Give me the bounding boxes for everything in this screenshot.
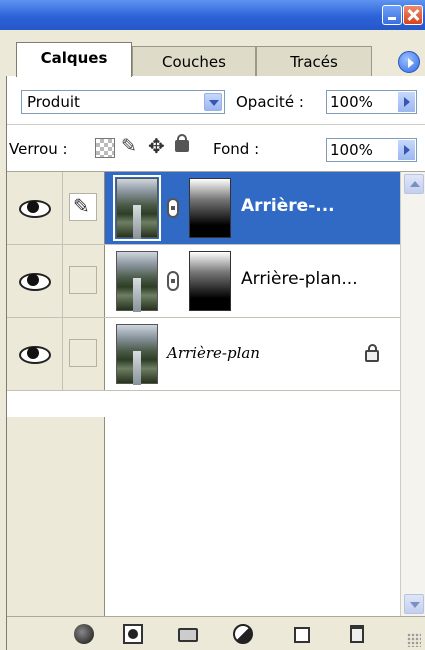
layers-toolbar — [7, 616, 425, 650]
lock-all-icon[interactable] — [175, 134, 189, 152]
edit-state-cell[interactable] — [63, 245, 105, 317]
fill-label: Fond : — [213, 140, 260, 158]
empty-columns — [7, 417, 104, 616]
lock-row: Verrou : ✎ ✥ Fond : 100% — [7, 125, 425, 172]
layer-thumbnail[interactable] — [113, 175, 161, 241]
link-chain-icon[interactable] — [167, 198, 179, 218]
lock-transparency-icon[interactable] — [95, 138, 115, 158]
layer-mask-thumbnail[interactable] — [186, 248, 234, 314]
blend-options-row: Produit Opacité : 100% — [7, 76, 425, 125]
visibility-toggle[interactable] — [7, 245, 63, 317]
layer-thumbnail[interactable] — [116, 324, 158, 385]
add-mask-icon[interactable] — [123, 624, 143, 644]
layer-row[interactable]: Arrière-... — [7, 172, 400, 245]
panel-title-bar — [0, 0, 425, 30]
layer-thumbnail[interactable] — [116, 251, 158, 312]
opacity-field[interactable]: 100% — [326, 90, 417, 114]
new-group-icon[interactable] — [178, 628, 198, 642]
layer-name[interactable]: Arrière-plan... — [241, 269, 358, 289]
layer-row[interactable]: Arrière-plan — [7, 318, 400, 391]
eye-icon — [19, 198, 51, 218]
layer-name[interactable]: Arrière-plan — [167, 344, 260, 362]
fill-field[interactable]: 100% — [326, 138, 417, 162]
blend-mode-value: Produit — [27, 93, 80, 111]
blend-mode-select[interactable]: Produit — [21, 90, 225, 114]
fill-value: 100% — [330, 141, 373, 159]
scroll-up-icon[interactable] — [404, 174, 424, 194]
lock-label: Verrou : — [9, 140, 68, 158]
edit-state-cell[interactable] — [63, 172, 105, 244]
visibility-toggle[interactable] — [7, 318, 63, 390]
eye-icon — [19, 344, 51, 364]
delete-layer-icon[interactable] — [350, 625, 364, 643]
layer-name[interactable]: Arrière-... — [241, 196, 335, 216]
tab-calques[interactable]: Calques — [16, 42, 132, 77]
minimize-icon[interactable] — [382, 5, 402, 25]
empty-layer-area — [104, 417, 400, 616]
empty-state-box — [69, 266, 97, 294]
new-layer-icon[interactable] — [294, 627, 310, 643]
brush-icon — [69, 193, 97, 221]
tab-traces[interactable]: Tracés — [256, 46, 372, 76]
opacity-arrow-icon[interactable] — [398, 92, 415, 112]
panel-tabs: Calques Couches Tracés — [0, 30, 425, 77]
link-chain-icon[interactable] — [167, 271, 179, 291]
close-icon[interactable] — [403, 5, 423, 25]
layer-mask-thumbnail[interactable] — [189, 178, 231, 238]
layers-panel: Produit Opacité : 100% Verrou : ✎ ✥ Fond… — [6, 76, 425, 650]
tab-couches[interactable]: Couches — [132, 46, 256, 76]
panel-menu-arrow-icon[interactable] — [398, 51, 420, 73]
opacity-value: 100% — [330, 93, 373, 111]
layer-row[interactable]: Arrière-plan... — [7, 245, 400, 318]
chevron-down-icon[interactable] — [204, 93, 222, 111]
adjustment-layer-icon[interactable] — [233, 624, 253, 644]
edit-state-cell[interactable] — [63, 318, 105, 390]
resize-grip-icon[interactable] — [407, 633, 421, 647]
layer-style-icon[interactable] — [74, 624, 94, 644]
eye-icon — [19, 271, 51, 291]
fill-arrow-icon[interactable] — [398, 140, 415, 160]
scroll-down-icon[interactable] — [404, 594, 424, 614]
vertical-scrollbar[interactable] — [400, 172, 425, 616]
layer-lock-icon — [365, 344, 379, 362]
lock-position-move-icon[interactable]: ✥ — [148, 134, 168, 158]
lock-pixels-brush-icon[interactable]: ✎ — [121, 135, 141, 157]
layers-list: Arrière-... Arrière-plan... Arrière-plan — [7, 172, 400, 616]
empty-state-box — [69, 339, 97, 367]
opacity-label: Opacité : — [236, 93, 304, 111]
visibility-toggle[interactable] — [7, 172, 63, 244]
